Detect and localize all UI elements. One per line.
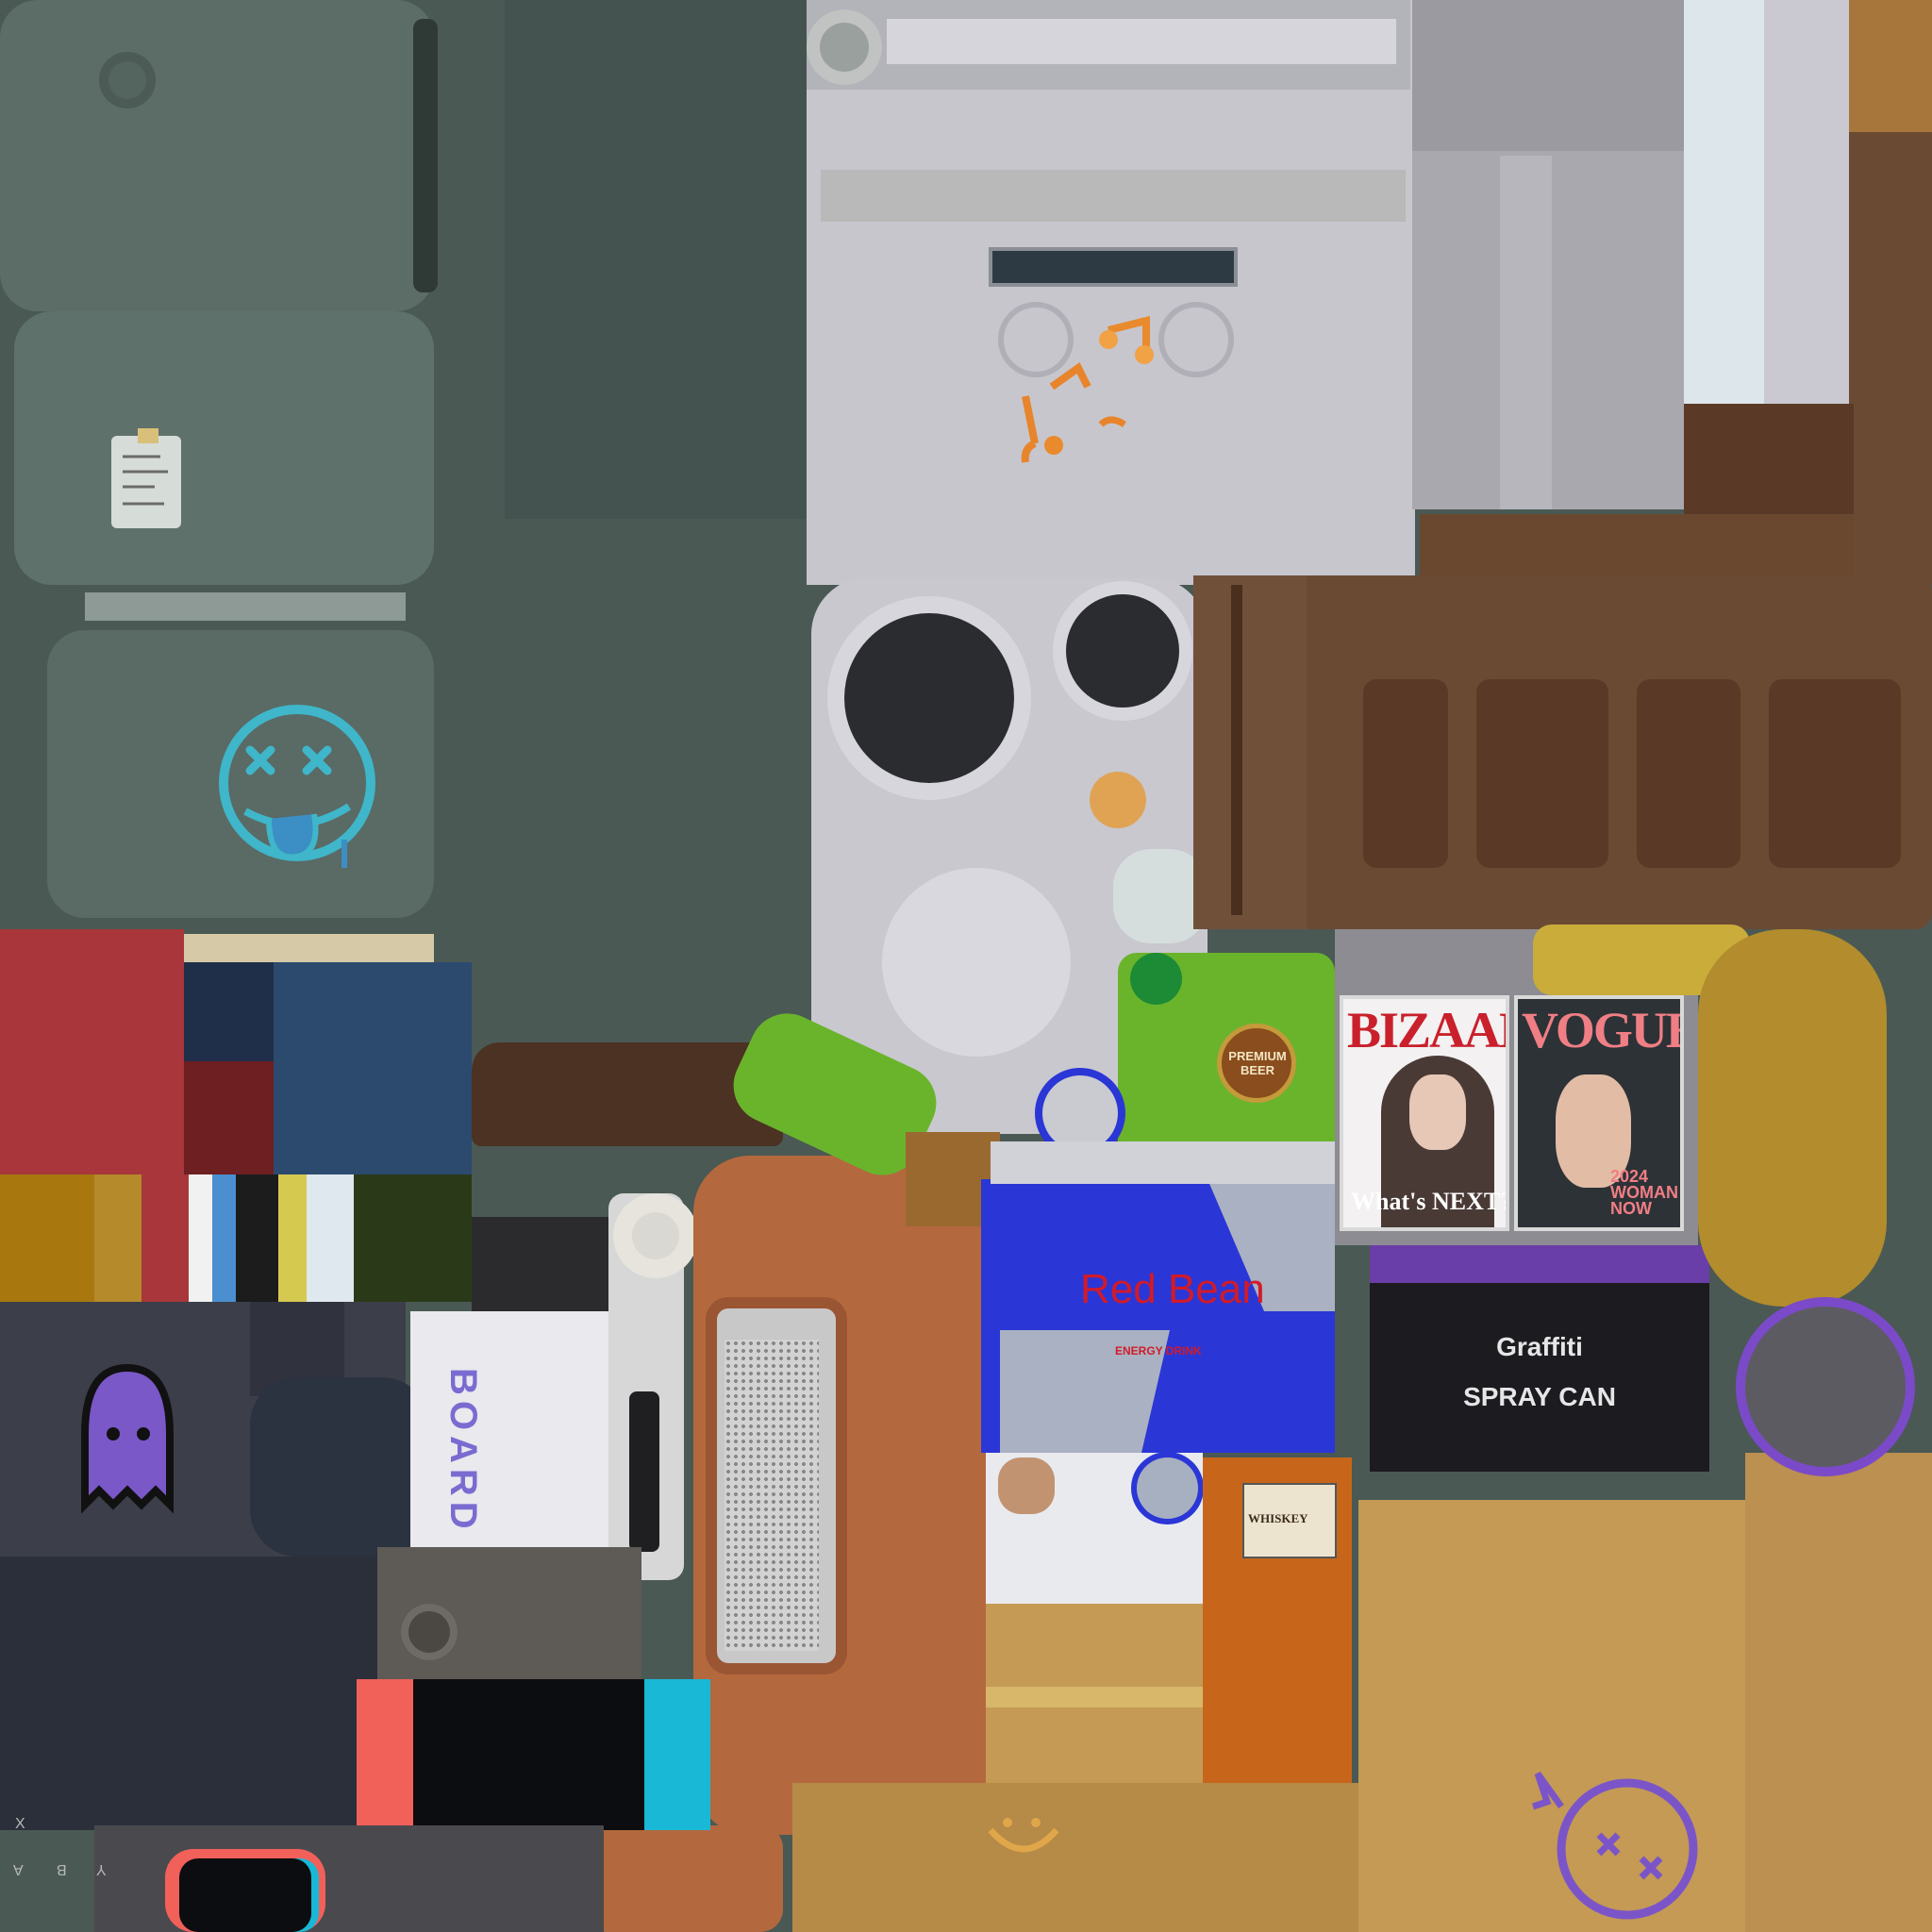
radio-top-strip xyxy=(887,19,1396,64)
button-label-a: A xyxy=(13,1861,24,1877)
fridge-knob xyxy=(99,52,156,108)
magazine-bizaar: BIZAAR What's NEXT? xyxy=(1340,995,1509,1231)
whiskey-seal xyxy=(1137,1457,1198,1519)
vogue-cover-line: 2024 WOMAN NOW xyxy=(1610,1167,1678,1218)
can-pull-tab xyxy=(1042,1075,1118,1151)
radio-band xyxy=(821,170,1406,222)
jerrycan-mesh xyxy=(724,1340,819,1651)
texture-atlas: BOARD PREMIUM BEER Red Bean ENERGY DRINK… xyxy=(0,0,1932,1932)
fridge-shelf xyxy=(85,592,406,621)
music-notes-icon xyxy=(1021,315,1154,463)
whiskey-cork xyxy=(998,1457,1055,1514)
drink-can-lid xyxy=(991,1141,1335,1184)
speaker-woofer-large xyxy=(844,613,1014,783)
smile-doodle-icon xyxy=(988,1818,1059,1853)
hoodie-hood xyxy=(250,1377,429,1557)
book-blue xyxy=(274,962,472,1174)
book-darkred xyxy=(184,1061,274,1174)
beer-label-text: PREMIUM BEER xyxy=(1228,1049,1287,1077)
truck-wheel xyxy=(613,1193,698,1278)
board-dark xyxy=(472,1217,613,1311)
vogue-title: VOGUE xyxy=(1522,1002,1684,1058)
fridge-door-middle xyxy=(14,311,434,585)
board-label: BOARD xyxy=(442,1368,484,1535)
spray-can-line1: Graffiti xyxy=(1496,1332,1583,1361)
bizaar-title: BIZAAR xyxy=(1347,1002,1506,1058)
note-scribble-icon xyxy=(123,455,168,506)
console-screen xyxy=(413,1679,644,1830)
wood-post-top xyxy=(1849,0,1932,132)
bizaar-cover-line: What's NEXT? xyxy=(1351,1188,1509,1215)
cardboard-right xyxy=(1745,1453,1932,1932)
console-dock-screen xyxy=(179,1858,311,1932)
fridge-handle xyxy=(413,19,438,292)
bizaar-face xyxy=(1409,1074,1466,1150)
window-frame xyxy=(1764,0,1849,406)
book-pages xyxy=(184,934,434,962)
speaker-woofer-small xyxy=(1066,594,1179,708)
drink-can-stripes xyxy=(1000,1179,1335,1453)
ghost-icon xyxy=(81,1363,174,1514)
button-label-y: Y xyxy=(96,1861,107,1877)
radio-dial-display xyxy=(989,247,1238,287)
board-sticker xyxy=(629,1391,659,1552)
gold-bottle-base xyxy=(1745,1307,1906,1467)
spray-can-drip xyxy=(1370,1245,1709,1283)
cardboard-bottom xyxy=(792,1783,1363,1932)
speaker-cone xyxy=(882,868,1071,1057)
beer-cap xyxy=(1130,953,1182,1005)
gold-bottle-body xyxy=(1698,929,1887,1307)
fridge-dark-panel xyxy=(505,0,811,519)
spray-can-line2: SPRAY CAN xyxy=(1463,1382,1616,1411)
drink-can-tagline: ENERGY DRINK xyxy=(1115,1344,1202,1357)
drink-can-brand: Red Bean xyxy=(1080,1266,1265,1312)
sticky-note xyxy=(111,428,181,528)
cardboard-tape xyxy=(986,1687,1203,1707)
radio-dome xyxy=(807,9,882,85)
console-joystick xyxy=(401,1604,458,1660)
wood-plank-grooves xyxy=(1193,575,1901,929)
console-grip-right xyxy=(644,1679,710,1830)
button-label-x: X xyxy=(15,1816,25,1832)
book-red xyxy=(0,929,184,1174)
speaker-led xyxy=(1090,772,1146,828)
dizzy-face-icon xyxy=(219,705,375,868)
console-grip-left xyxy=(357,1679,413,1830)
magazine-vogue: VOGUE 2024 WOMAN NOW xyxy=(1514,995,1684,1231)
cabinet-divider xyxy=(1500,156,1552,509)
hoodie-lower xyxy=(0,1557,406,1830)
fridge-door-top xyxy=(0,0,434,311)
jerrycan-cap xyxy=(585,1825,783,1932)
book-spines xyxy=(0,1174,472,1302)
button-label-b: B xyxy=(57,1861,67,1877)
devil-face-icon xyxy=(1531,1771,1698,1920)
radio-knob-right xyxy=(1158,302,1234,377)
whiskey-label-text: WHISKEY xyxy=(1248,1511,1308,1525)
cabinet-top xyxy=(1412,0,1684,156)
